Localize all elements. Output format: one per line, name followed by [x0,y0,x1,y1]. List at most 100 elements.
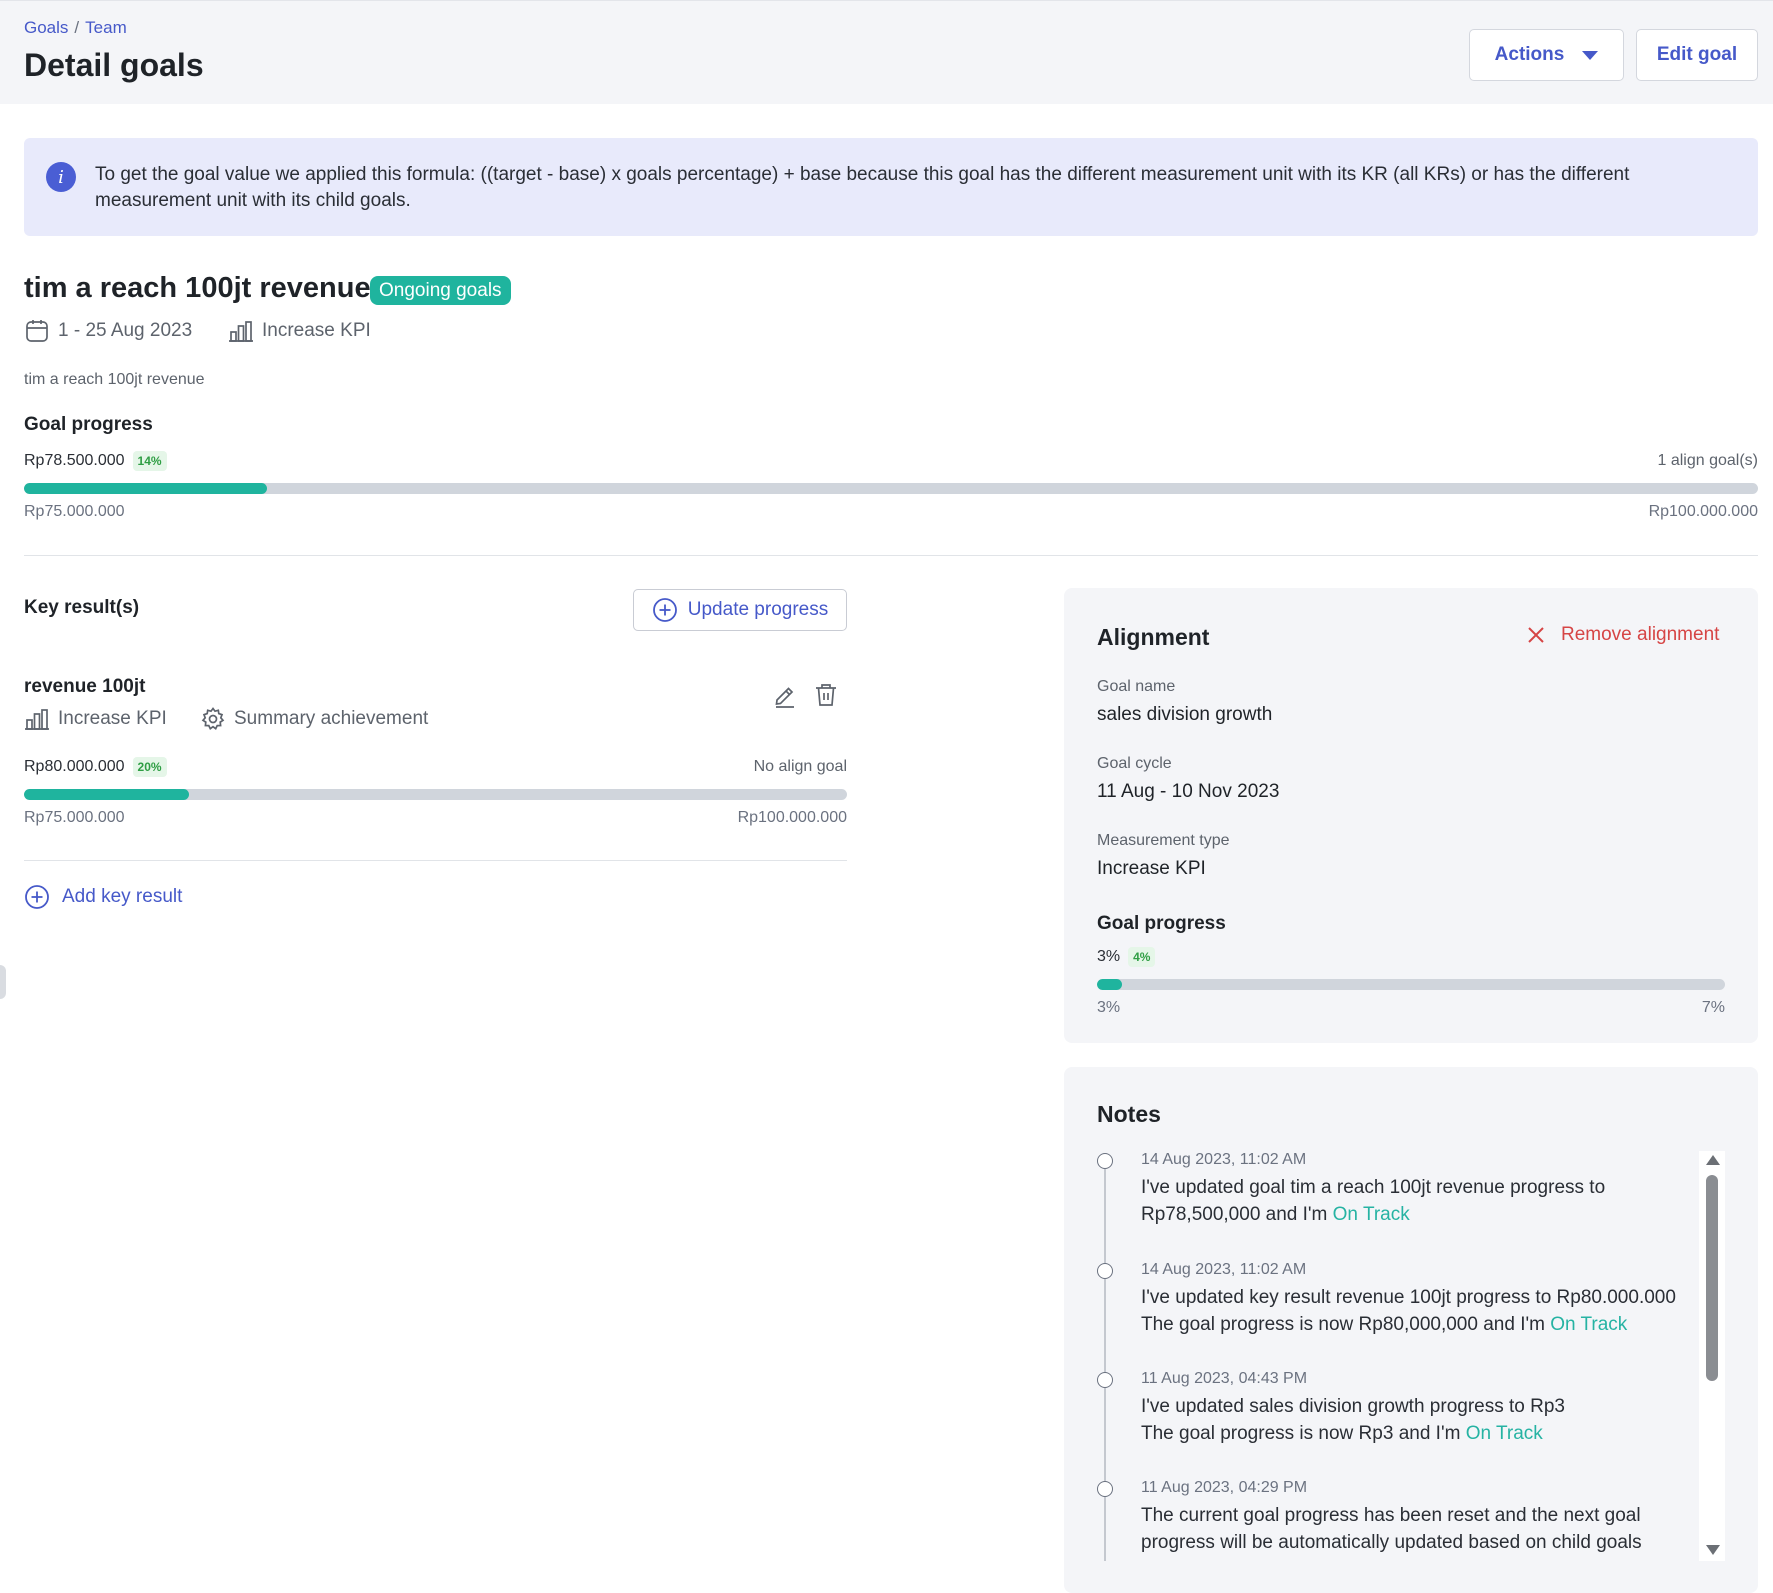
note-line-2-text: The goal progress is now Rp3 and I'm [1141,1423,1466,1444]
note-line-2-text: progress will be automatically updated b… [1141,1532,1642,1553]
info-icon: i [46,162,76,192]
actions-dropdown-button[interactable]: Actions [1469,29,1624,81]
update-progress-label: Update progress [687,599,829,620]
note-line-1: The current goal progress has been reset… [1141,1505,1641,1526]
goal-min-value: Rp75.000.000 [24,503,125,520]
note-line-2: The goal progress is now Rp80,000,000 an… [1141,1311,1725,1338]
scroll-down-arrow-icon[interactable] [1706,1545,1720,1555]
timeline-connector [1104,1388,1106,1484]
key-result-measurement-text: Increase KPI [58,708,167,729]
measurement-type-value: Increase KPI [1097,858,1206,879]
scroll-up-arrow-icon[interactable] [1706,1155,1720,1165]
update-progress-button[interactable]: Update progress [633,589,847,631]
aligned-goal-min-value: 3% [1097,999,1121,1016]
key-result-name: revenue 100jt [24,676,146,697]
aligned-goal-percent-badge: 4% [1128,947,1156,967]
aligned-goal-progress-value: 3% 4% [1097,947,1156,967]
delete-key-result-button[interactable] [811,680,841,710]
key-result-progress-bar [24,789,847,800]
note-line-1: I've updated sales division growth progr… [1141,1396,1565,1417]
align-goal-count: 1 align goal(s) [1657,452,1759,469]
aligned-goal-current-value: 3% [1097,948,1121,965]
alignment-panel [1064,588,1758,1043]
note-line-2: progress will be automatically updated b… [1141,1529,1701,1556]
key-result-percent-badge: 20% [132,757,167,777]
note-text: The current goal progress has been reset… [1141,1502,1701,1556]
info-banner-text: To get the goal value we applied this fo… [95,164,1630,211]
goal-progress-label: Goal progress [24,414,153,435]
goal-progress-value: Rp78.500.000 14% [24,451,167,471]
info-banner: i To get the goal value we applied this … [24,138,1758,236]
note-line-1: I've updated goal tim a reach 100jt reve… [1141,1177,1606,1198]
goal-measurement: Increase KPI [228,318,371,344]
side-drawer-handle[interactable] [0,965,6,999]
note-line-2: The goal progress is now Rp3 and I'm On … [1141,1420,1701,1447]
goal-percent-badge: 14% [132,451,167,471]
note-status: On Track [1550,1314,1628,1335]
key-result-measurement: Increase KPI [24,706,167,732]
edit-key-result-button[interactable] [770,680,800,710]
page-header: Goals / Team Detail goals Actions Edit goa… [0,0,1773,104]
timeline-connector [1104,1279,1106,1375]
goal-title: tim a reach 100jt revenue [24,272,371,304]
goal-measurement-text: Increase KPI [262,320,371,341]
close-icon [1528,627,1544,643]
note-status: On Track [1465,1423,1543,1444]
breadcrumb-team-link[interactable]: Team [85,18,127,37]
note-status: On Track [1332,1204,1410,1225]
key-result-summary-text: Summary achievement [234,708,429,729]
key-result-current-value: Rp80.000.000 [24,758,125,775]
note-timestamp: 11 Aug 2023, 04:29 PM [1141,1479,1308,1496]
breadcrumb: Goals / Team [24,18,127,38]
timeline-dot-icon [1097,1372,1113,1388]
goal-name-value: sales division growth [1097,704,1273,725]
key-result-progress-fill [24,789,189,800]
goal-max-value: Rp100.000.000 [1648,503,1758,520]
note-line-1: I've updated key result revenue 100jt pr… [1141,1287,1676,1308]
breadcrumb-goals-link[interactable]: Goals [24,18,68,37]
aligned-goal-progress-label: Goal progress [1097,913,1226,934]
note-text: I've updated goal tim a reach 100jt reve… [1141,1174,1701,1228]
key-result-align-status: No align goal [753,758,847,775]
edit-goal-button[interactable]: Edit goal [1636,29,1758,81]
add-key-result-button[interactable]: Add key result [24,884,182,910]
scrollbar-thumb[interactable] [1706,1175,1718,1381]
note-line-2-text: The goal progress is now Rp80,000,000 an… [1141,1314,1551,1335]
plus-circle-icon [25,885,49,909]
timeline-connector [1104,1497,1106,1561]
note-line-2: Rp78,500,000 and I'm On Track [1141,1201,1701,1228]
goal-date-text: 1 - 25 Aug 2023 [58,320,193,341]
key-result-min-value: Rp75.000.000 [24,809,125,826]
gear-icon [201,707,225,730]
key-result-max-value: Rp100.000.000 [737,809,847,826]
bar-chart-icon [229,321,253,342]
goal-cycle-value: 11 Aug - 10 Nov 2023 [1097,781,1280,802]
goal-name-label: Goal name [1097,678,1176,695]
key-result-progress-value: Rp80.000.000 20% [24,757,167,777]
key-results-title: Key result(s) [24,597,140,618]
note-text: I've updated key result revenue 100jt pr… [1141,1284,1725,1338]
actions-label: Actions [1494,44,1565,65]
note-text: I've updated sales division growth progr… [1141,1393,1701,1447]
goal-current-value: Rp78.500.000 [24,452,125,469]
caret-down-icon [1582,50,1599,60]
remove-alignment-button[interactable]: Remove alignment [1527,624,1719,646]
notes-scrollbar[interactable] [1699,1151,1725,1561]
goal-progress-fill [24,483,267,494]
section-divider [24,555,1758,556]
aligned-goal-max-value: 7% [1701,999,1725,1016]
goal-progress-bar [24,483,1758,494]
goal-date-range: 1 - 25 Aug 2023 [24,318,192,344]
plus-circle-icon [652,598,677,622]
timeline-dot-icon [1097,1153,1113,1169]
notes-title: Notes [1097,1101,1161,1127]
aligned-goal-progress-fill [1097,979,1123,990]
note-timestamp: 14 Aug 2023, 11:02 AM [1141,1151,1307,1168]
measurement-type-label: Measurement type [1097,832,1230,849]
timeline-connector [1104,1169,1106,1265]
trash-icon [816,684,836,706]
page-title: Detail goals [24,47,204,83]
alignment-title: Alignment [1097,624,1210,650]
notes-list[interactable]: 14 Aug 2023, 11:02 AM I've updated goal … [1097,1151,1725,1561]
status-badge: Ongoing goals [370,276,511,305]
